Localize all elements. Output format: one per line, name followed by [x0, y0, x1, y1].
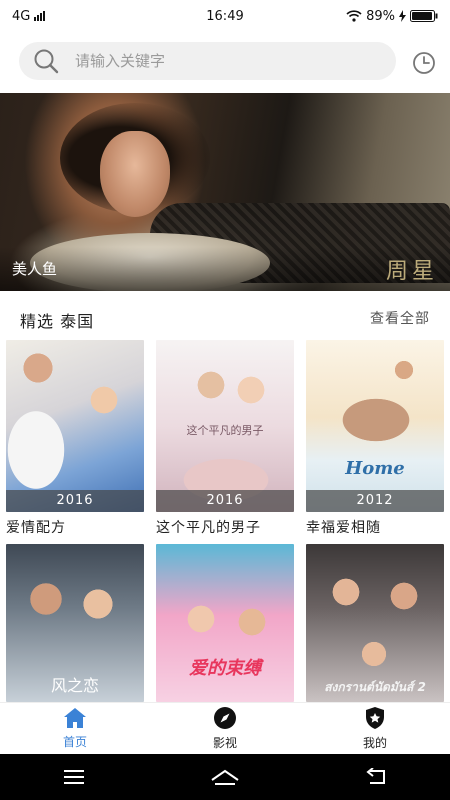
shield-star-icon	[366, 707, 384, 729]
home-nav-icon[interactable]	[210, 768, 240, 786]
compass-icon	[214, 707, 236, 729]
tab-home[interactable]: 首页	[0, 703, 150, 754]
battery-icon	[410, 10, 438, 22]
network-label: 4G	[12, 8, 31, 24]
tab-label: 我的	[362, 736, 387, 750]
movie-poster: 这个平凡的男子 2016	[156, 340, 294, 512]
search-input[interactable]	[75, 52, 365, 70]
back-icon[interactable]	[364, 768, 388, 786]
movie-card[interactable]: 爱的束缚	[156, 544, 294, 702]
featured-banner[interactable]: 美人鱼 周星	[0, 93, 450, 291]
movie-title: 这个平凡的男子	[156, 520, 261, 536]
movie-card[interactable]: 风之恋	[6, 544, 144, 702]
poster-title: 爱的束缚	[189, 658, 261, 679]
tab-label: 影视	[212, 736, 237, 750]
tab-label: 首页	[62, 735, 87, 749]
movie-title: 爱情配方	[6, 520, 66, 536]
status-left: 4G	[12, 8, 46, 24]
tab-profile[interactable]: 我的	[300, 703, 450, 754]
section-title: 精选 泰国	[20, 312, 95, 331]
movie-card[interactable]: สงกรานต์นัดมันส์ 2	[306, 544, 444, 702]
view-all-link[interactable]: 查看全部	[370, 308, 430, 328]
movie-poster: 风之恋	[6, 544, 144, 702]
status-right: 89%	[346, 9, 438, 24]
movie-card[interactable]: Home 2012 幸福爱相随	[306, 340, 444, 537]
movie-year: 2016	[6, 490, 144, 512]
wifi-icon	[346, 10, 362, 22]
home-icon	[64, 708, 86, 728]
tab-videos[interactable]: 影视	[150, 703, 300, 754]
movie-card[interactable]: 这个平凡的男子 2016 这个平凡的男子	[156, 340, 294, 537]
movie-poster: 爱的束缚	[156, 544, 294, 702]
banner-image-face	[100, 131, 170, 217]
movie-year: 2012	[306, 490, 444, 512]
poster-title: สงกรานต์นัดมันส์ 2	[324, 680, 426, 694]
movie-poster: 2016	[6, 340, 144, 512]
signal-icon	[34, 11, 46, 21]
movie-poster: Home 2012	[306, 340, 444, 512]
search-row	[0, 40, 450, 84]
movie-year: 2016	[156, 490, 294, 512]
movie-title: 幸福爱相随	[306, 520, 381, 536]
charging-icon	[399, 10, 406, 22]
history-button[interactable]	[410, 49, 438, 77]
poster-title: 这个平凡的男子	[186, 424, 264, 437]
poster-title: Home	[345, 458, 405, 479]
system-nav-bar	[0, 754, 450, 800]
banner-title: 美人鱼	[12, 260, 58, 278]
battery-percent: 89%	[366, 8, 395, 24]
poster-title: 风之恋	[50, 676, 99, 695]
movie-poster: สงกรานต์นัดมันส์ 2	[306, 544, 444, 702]
banner-shade	[0, 247, 450, 291]
menu-icon[interactable]	[62, 769, 86, 785]
section-header: 精选 泰国 查看全部	[0, 300, 450, 334]
search-bar[interactable]	[19, 42, 396, 80]
search-icon	[34, 49, 59, 74]
banner-logo: 周星	[385, 259, 438, 284]
movie-card[interactable]: 2016 爱情配方	[6, 340, 144, 537]
status-bar: 4G 16:49 89%	[0, 0, 450, 32]
clock-icon	[413, 52, 435, 74]
bottom-tab-bar: 首页 影视 我的	[0, 702, 450, 754]
